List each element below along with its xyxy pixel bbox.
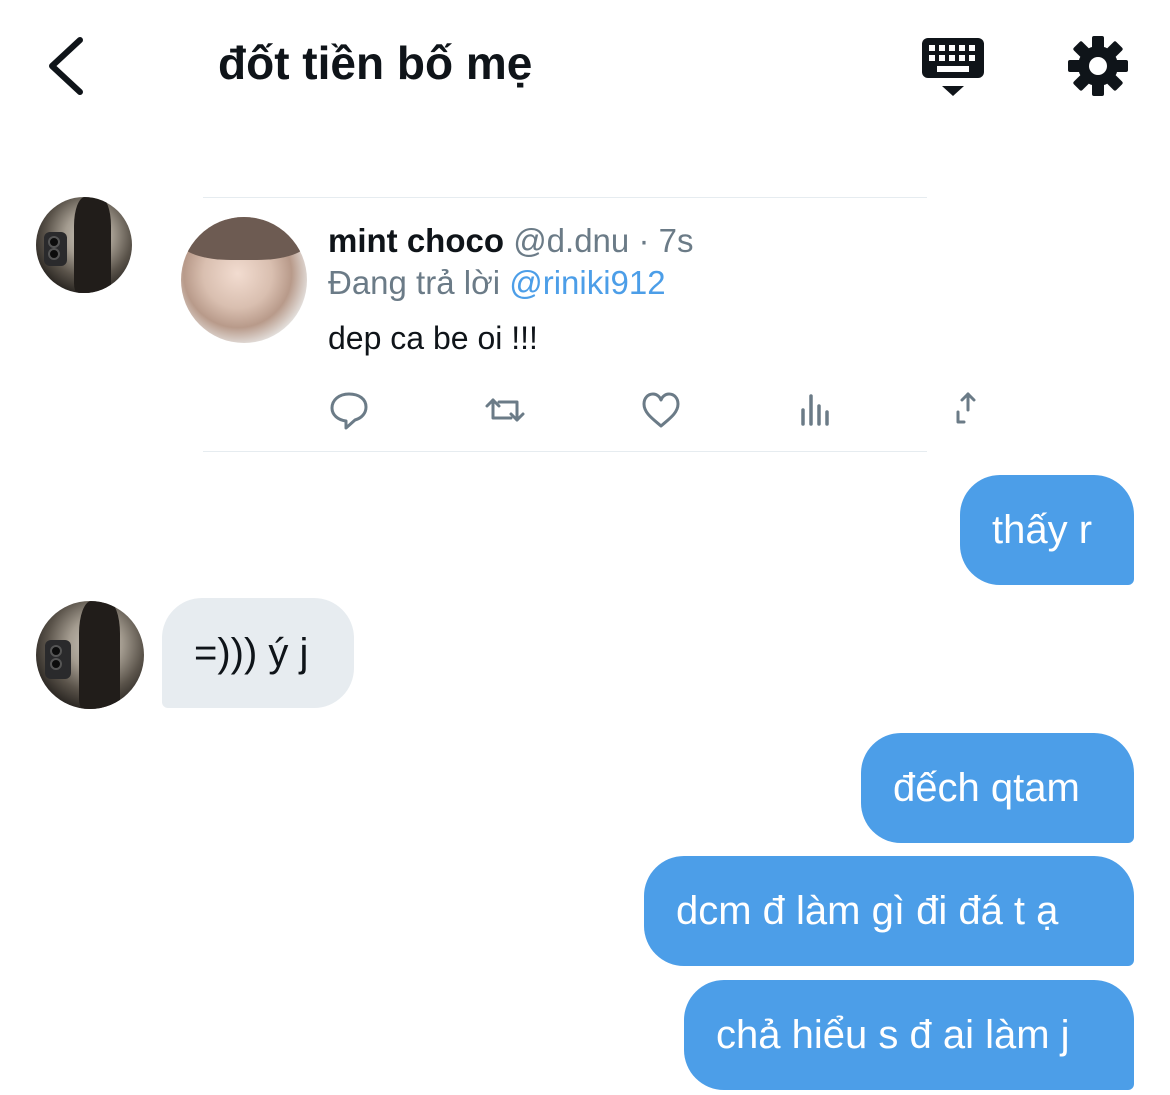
reply-icon: [330, 392, 368, 430]
retweet-icon: [485, 398, 525, 422]
settings-button[interactable]: [1066, 34, 1130, 98]
sender-avatar[interactable]: [36, 601, 144, 709]
like-button[interactable]: [639, 388, 683, 432]
keyboard-icon: [922, 38, 984, 96]
views-icon: [801, 394, 829, 426]
separator-dot: ·: [638, 222, 650, 259]
reply-button[interactable]: [327, 388, 371, 432]
share-icon: [956, 392, 976, 424]
tweet-text: dep ca be oi !!!: [328, 320, 538, 356]
chevron-left-icon: [49, 37, 83, 95]
keyboard-button[interactable]: [920, 36, 988, 100]
avatar-hair: [79, 601, 121, 709]
back-button[interactable]: [40, 34, 96, 98]
tweet-author-handle[interactable]: @d.dnu: [513, 222, 629, 259]
outgoing-message[interactable]: dcm đ làm gì đi đá t ạ: [644, 856, 1134, 966]
retweet-button[interactable]: [483, 388, 527, 432]
outgoing-message[interactable]: đếch qtam: [861, 733, 1134, 843]
reply-handle-link[interactable]: @riniki912: [509, 264, 665, 301]
incoming-message[interactable]: =))) ý j: [162, 598, 354, 708]
tweet-reply-context: Đang trả lời @riniki912: [328, 264, 666, 302]
sender-avatar[interactable]: [36, 197, 132, 293]
gear-icon: [1068, 36, 1128, 96]
avatar-phone: [43, 231, 67, 267]
tweet-author-avatar[interactable]: [181, 217, 307, 343]
share-button[interactable]: [940, 388, 984, 432]
avatar-hair: [74, 197, 111, 293]
avatar-lens: [47, 235, 60, 248]
views-button[interactable]: [795, 388, 839, 432]
avatar-lens: [49, 644, 62, 657]
tweet-header: mint choco @d.dnu · 7s: [328, 222, 693, 260]
tweet-author-name[interactable]: mint choco: [328, 222, 504, 259]
avatar-phone: [44, 639, 71, 679]
reply-prefix: Đang trả lời: [328, 264, 501, 301]
like-icon: [642, 392, 680, 428]
avatar-lens: [49, 657, 62, 670]
outgoing-message[interactable]: thấy r: [960, 475, 1134, 585]
avatar-hair: [181, 217, 307, 260]
avatar-lens: [47, 247, 60, 260]
tweet-timestamp: 7s: [658, 222, 694, 259]
conversation-title: đốt tiền bố mẹ: [218, 37, 533, 89]
outgoing-message[interactable]: chả hiểu s đ ai làm j: [684, 980, 1134, 1090]
